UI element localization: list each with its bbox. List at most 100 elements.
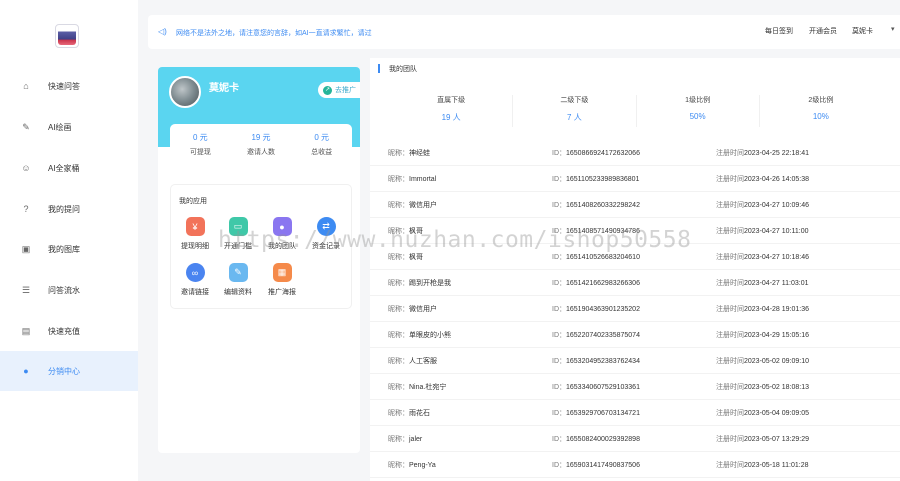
stat-total-income[interactable]: 0 元 总收益 (291, 124, 352, 164)
stat-label: 可提现 (189, 148, 211, 156)
paint-icon: ✎ (22, 122, 30, 132)
avatar[interactable] (169, 76, 201, 108)
nick-value: 微信用户 (409, 201, 437, 209)
table-row[interactable]: 昵称：神经蛙 ID：1650866924172632066 注册时间2023-04-… (370, 140, 900, 166)
table-row[interactable]: 昵称：枫哥 ID：1651408571490934786 注册时间2023-04-2… (370, 218, 900, 244)
time-value: 2023-04-27 10:18:46 (744, 253, 809, 261)
id-value: 1652207402335875074 (566, 331, 640, 339)
tool-poster[interactable]: ▦ 推广海报 (262, 263, 302, 297)
time-value: 2023-04-27 10:09:46 (744, 201, 809, 209)
daily-signin-link[interactable]: 每日签到 (765, 26, 793, 36)
notice-marquee: 网络不是法外之地，请注意您的言辞，如AI一直请求繁忙，请过 (176, 30, 372, 37)
table-row[interactable]: 昵称：雨花石 ID：1653929706703134721 注册时间2023-05-… (370, 400, 900, 426)
summary-label: 2级比例 (808, 97, 834, 104)
sidebar-item-recharge[interactable]: ▤ 快速充值 (0, 311, 138, 351)
sidebar-item-label: AI绘画 (48, 122, 72, 132)
nick-key: 昵称： (388, 175, 409, 183)
nick-value: jaler (409, 435, 423, 443)
member-nick: 昵称：枫哥 (388, 252, 423, 262)
id-value: 1651408260332298242 (566, 201, 640, 209)
stat-withdrawable[interactable]: 0 元 可提现 (170, 124, 231, 164)
tool-threshold[interactable]: ▭ 开通门槛 (218, 217, 258, 251)
id-value: 1653340607529103361 (566, 383, 640, 391)
id-key: ID： (552, 357, 566, 365)
time-key: 注册时间 (716, 305, 744, 313)
sidebar-item-ai-suite[interactable]: ☺ AI全家桶 (0, 148, 138, 188)
open-member-link[interactable]: 开通会员 (809, 26, 837, 36)
id-key: ID： (552, 175, 566, 183)
table-row[interactable]: 昵称：Nina.杜宛宁 ID：1653340607529103361 注册时间202… (370, 374, 900, 400)
stat-value: 0 元 (193, 132, 208, 142)
tool-label: 编辑资料 (224, 289, 252, 296)
member-reg-time: 注册时间2023-04-25 22:18:41 (716, 148, 809, 158)
sidebar-item-distribution[interactable]: ● 分销中心 (0, 351, 138, 391)
member-reg-time: 注册时间2023-05-02 09:09:10 (716, 356, 809, 366)
sidebar-item-my-gallery[interactable]: ▣ 我的图库 (0, 229, 138, 269)
tool-edit-profile[interactable]: ✎ 编辑资料 (218, 263, 258, 297)
nick-key: 昵称： (388, 253, 409, 261)
table-row[interactable]: 昵称：jaler ID：1655082400029392898 注册时间2023-0… (370, 426, 900, 452)
sidebar-item-ai-paint[interactable]: ✎ AI绘画 (0, 107, 138, 147)
summary-level1-ratio: 1级比例 50% (637, 95, 760, 127)
nick-key: 昵称： (388, 435, 409, 443)
sidebar-item-label: 问答流水 (48, 285, 80, 295)
id-key: ID： (552, 279, 566, 287)
member-nick: 昵称：人工客服 (388, 356, 437, 366)
tool-withdraw-detail[interactable]: ¥ 提现明细 (175, 217, 215, 251)
sidebar-item-my-questions[interactable]: ? 我的提问 (0, 189, 138, 229)
id-value: 1653204952383762434 (566, 357, 640, 365)
member-id: ID：1653929706703134721 (552, 408, 640, 418)
share-icon: ↗ (323, 85, 332, 95)
time-key: 注册时间 (716, 409, 744, 417)
table-row[interactable]: 昵称：微信用户 ID：1651408260332298242 注册时间2023-04… (370, 192, 900, 218)
id-key: ID： (552, 253, 566, 261)
my-apps-title: 我的应用 (179, 198, 207, 205)
promote-button[interactable]: ↗ 去推广 (318, 82, 360, 98)
home-icon: ⌂ (23, 81, 29, 91)
summary-value: 50% (689, 112, 706, 121)
section-marker (378, 64, 380, 73)
team-title: 我的团队 (389, 66, 417, 73)
member-reg-time: 注册时间2023-04-27 10:18:46 (716, 252, 809, 262)
stat-value: 19 元 (251, 132, 271, 142)
table-row[interactable]: 昵称：单眼皮的小熊 ID：1652207402335875074 注册时间2023-… (370, 322, 900, 348)
chevron-down-icon[interactable]: ▾ (891, 25, 895, 33)
time-key: 注册时间 (716, 175, 744, 183)
my-apps-card: 我的应用 ¥ 提现明细 ▭ 开通门槛 ● 我的团队 ⇄ 资金记录 ∞ 邀请链接 … (170, 184, 352, 309)
tool-label: 提现明细 (181, 243, 209, 250)
table-row[interactable]: 昵称：踢到开枪是我 ID：1651421662983266306 注册时间2023-… (370, 270, 900, 296)
sidebar: ⌂ 快速问答 ✎ AI绘画 ☺ AI全家桶 ? 我的提问 ▣ 我的图库 ☰ 问答… (0, 0, 138, 481)
time-key: 注册时间 (716, 227, 744, 235)
member-reg-time: 注册时间2023-05-04 09:09:05 (716, 408, 809, 418)
table-row[interactable]: 昵称：枫哥 ID：1651410526683204610 注册时间2023-04-2… (370, 244, 900, 270)
tool-label: 推广海报 (268, 289, 296, 296)
time-key: 注册时间 (716, 253, 744, 261)
member-id: ID：1650866924172632066 (552, 148, 640, 158)
tool-fund-records[interactable]: ⇄ 资金记录 (306, 217, 346, 251)
sidebar-item-quick-qa[interactable]: ⌂ 快速问答 (0, 66, 138, 106)
table-row[interactable]: 昵称：Peng-Ya ID：1659031417490837506 注册时间2023… (370, 452, 900, 478)
id-value: 1651105233989836801 (566, 175, 640, 183)
tool-my-team[interactable]: ● 我的团队 (262, 217, 302, 251)
sidebar-item-qa-records[interactable]: ☰ 问答流水 (0, 270, 138, 310)
member-nick: 昵称：微信用户 (388, 200, 437, 210)
time-value: 2023-05-02 09:09:10 (744, 357, 809, 365)
tool-label: 资金记录 (312, 243, 340, 250)
summary-direct: 直属下级 19 人 (390, 95, 514, 127)
member-reg-time: 注册时间2023-04-28 19:01:36 (716, 304, 809, 314)
app-logo[interactable] (55, 24, 79, 48)
member-nick: 昵称：jaler (388, 434, 422, 444)
member-id: ID：1655082400029392898 (552, 434, 640, 444)
member-nick: 昵称：Immortal (388, 174, 436, 184)
stat-invites[interactable]: 19 元 邀请人数 (231, 124, 292, 164)
table-row[interactable]: 昵称：人工客服 ID：1653204952383762434 注册时间2023-05… (370, 348, 900, 374)
member-reg-time: 注册时间2023-05-02 18:08:13 (716, 382, 809, 392)
tool-invite-link[interactable]: ∞ 邀请链接 (175, 263, 215, 297)
nick-value: 枫哥 (409, 253, 423, 261)
member-id: ID：1653340607529103361 (552, 382, 640, 392)
user-menu[interactable]: 莫妮卡 (852, 26, 873, 36)
table-row[interactable]: 昵称：微信用户 ID：1651904363901235202 注册时间2023-04… (370, 296, 900, 322)
summary-second-level: 二级下级 7 人 (513, 95, 637, 127)
nick-value: 神经蛙 (409, 149, 430, 157)
table-row[interactable]: 昵称：Immortal ID：1651105233989836801 注册时间202… (370, 166, 900, 192)
